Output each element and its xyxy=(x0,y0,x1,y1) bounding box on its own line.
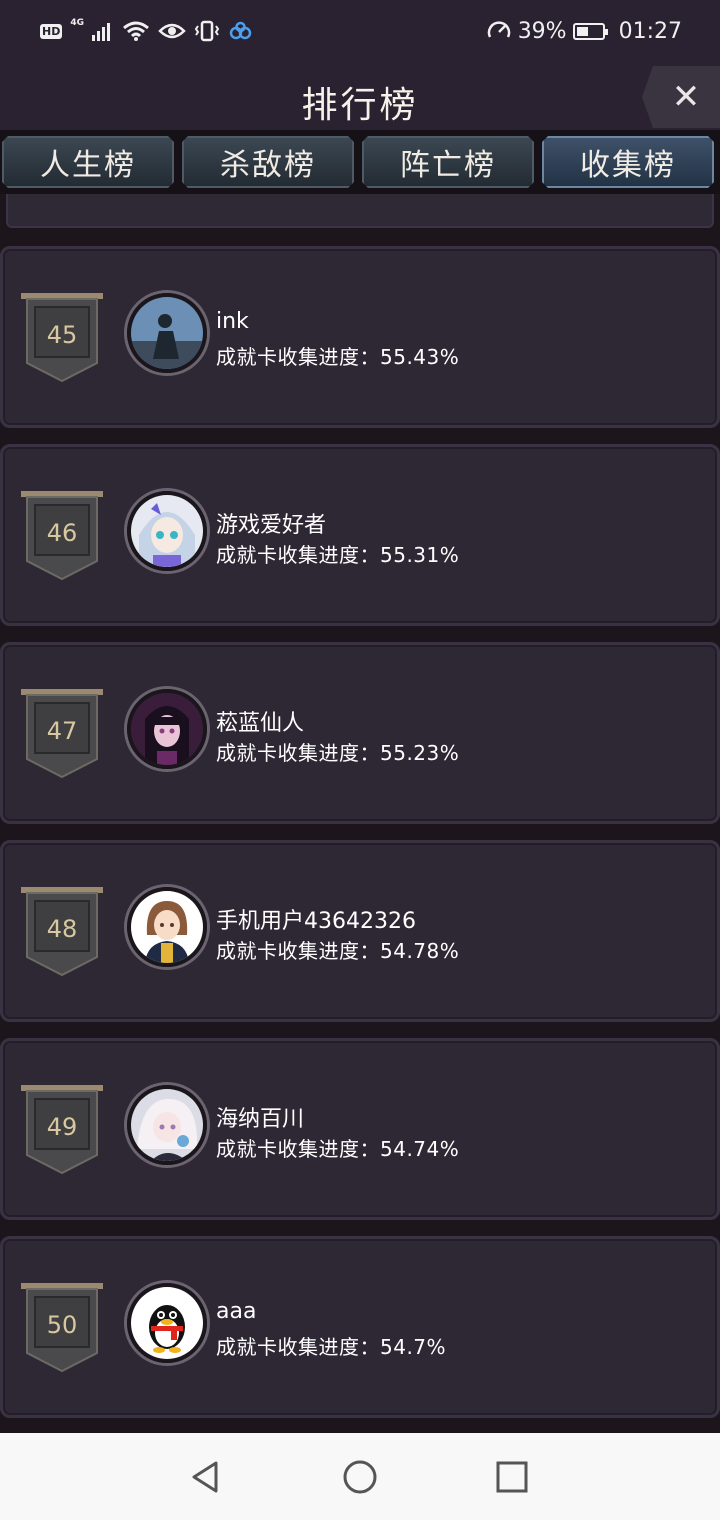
close-icon: ✕ xyxy=(671,77,701,117)
page-title: 排行榜 xyxy=(301,85,419,126)
list-item[interactable]: 50 aaa 成就卡收集进度：54.7% xyxy=(0,1236,720,1418)
network-type: 4G xyxy=(70,18,84,28)
battery-percent: 39% xyxy=(517,18,567,44)
status-bar: HD 4G 39% 01:27 xyxy=(0,0,720,62)
list-item[interactable]: 49 海纳百川 成就卡收集进度：54.74% xyxy=(0,1038,720,1220)
home-icon[interactable] xyxy=(340,1457,380,1497)
battery-icon xyxy=(572,22,608,40)
player-name: aaa xyxy=(216,1299,257,1324)
collection-progress: 成就卡收集进度：54.78% xyxy=(216,939,460,963)
title-bar: 排行榜 ✕ xyxy=(0,62,720,130)
collection-progress: 成就卡收集进度：54.7% xyxy=(216,1335,447,1359)
hd-badge: HD xyxy=(40,23,63,39)
leaderboard-list[interactable]: 45 ink 成就卡收集进度：55.43% 46 游戏爱好者 成就卡收集进度：5… xyxy=(0,194,720,1433)
photo-avatar xyxy=(127,293,207,373)
anime-girl-avatar xyxy=(127,491,207,571)
player-name: 手机用户43642326 xyxy=(216,909,416,934)
rank-number: 46 xyxy=(46,519,78,547)
player-name: 菘蓝仙人 xyxy=(216,711,305,736)
collection-progress: 成就卡收集进度：55.43% xyxy=(216,345,460,369)
system-nav-bar xyxy=(0,1433,720,1520)
collection-progress: 成就卡收集进度：55.23% xyxy=(216,741,460,765)
status-right: 39% 01:27 xyxy=(486,16,682,46)
list-item[interactable]: 45 ink 成就卡收集进度：55.43% xyxy=(0,246,720,428)
player-name: 游戏爱好者 xyxy=(216,513,327,538)
speedometer-icon xyxy=(487,21,510,38)
wifi-icon xyxy=(123,21,149,41)
tab-bar: 人生榜 杀敌榜 阵亡榜 收集榜 xyxy=(0,130,720,194)
rank-number: 49 xyxy=(46,1113,78,1141)
list-item-partial xyxy=(6,194,714,228)
close-button[interactable]: ✕ xyxy=(642,66,720,128)
list-item[interactable]: 46 游戏爱好者 成就卡收集进度：55.31% xyxy=(0,444,720,626)
rank-number: 47 xyxy=(46,717,78,745)
recents-icon[interactable] xyxy=(492,1457,532,1497)
purple-girl-avatar xyxy=(127,689,207,769)
tab-life[interactable]: 人生榜 xyxy=(2,136,174,188)
signal-icon xyxy=(92,23,110,41)
clock: 01:27 xyxy=(618,18,682,44)
list-item[interactable]: 48 手机用户43642326 成就卡收集进度：54.78% xyxy=(0,840,720,1022)
collection-progress: 成就卡收集进度：55.31% xyxy=(216,543,460,567)
uniform-girl-avatar xyxy=(127,887,207,967)
vibrate-icon xyxy=(194,20,220,42)
eye-icon xyxy=(158,23,186,39)
status-left: HD 4G xyxy=(40,16,254,46)
rank-number: 50 xyxy=(46,1311,78,1339)
tab-kills[interactable]: 杀敌榜 xyxy=(182,136,354,188)
white-hair-avatar xyxy=(127,1085,207,1165)
collection-progress: 成就卡收集进度：54.74% xyxy=(216,1137,460,1161)
cloud-icon xyxy=(229,21,252,40)
rank-number: 48 xyxy=(46,915,78,943)
player-name: ink xyxy=(216,309,249,334)
list-item[interactable]: 47 菘蓝仙人 成就卡收集进度：55.23% xyxy=(0,642,720,824)
tab-deaths[interactable]: 阵亡榜 xyxy=(362,136,534,188)
rank-number: 45 xyxy=(46,321,78,349)
player-name: 海纳百川 xyxy=(216,1107,305,1132)
back-icon[interactable] xyxy=(186,1457,226,1497)
tab-collection[interactable]: 收集榜 xyxy=(542,136,714,188)
qq-penguin-avatar xyxy=(127,1283,207,1363)
